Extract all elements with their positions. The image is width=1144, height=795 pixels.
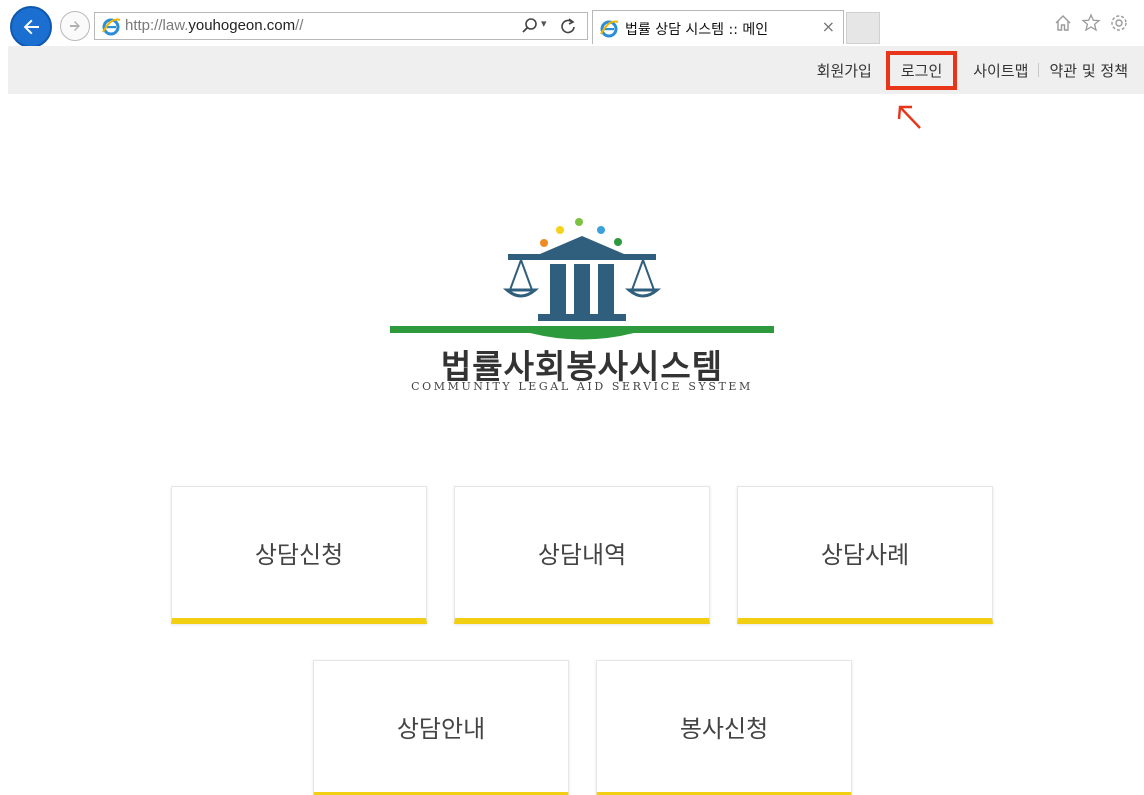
menu-card-volunteer[interactable]: 봉사신청 (596, 660, 852, 795)
site-logo[interactable]: 법률사회봉사시스템 COMMUNITY LEGAL AID SERVICE SY… (390, 214, 774, 404)
top-links: 회원가입 로그인 사이트맵 약관 및 정책 (807, 46, 1138, 94)
url-text: http://law.youhogeon.com// (125, 17, 304, 34)
new-tab-button[interactable] (846, 12, 880, 44)
menu-card-label: 상담내역 (537, 541, 627, 569)
menu-card-apply[interactable]: 상담신청 (171, 486, 427, 624)
back-button[interactable] (10, 6, 52, 48)
tab-close-icon[interactable]: × (822, 17, 835, 36)
login-link[interactable]: 로그인 (885, 50, 958, 90)
menu-card-cases[interactable]: 상담사례 (737, 486, 993, 624)
tab-main[interactable]: 법률 상담 시스템 :: 메인 × (592, 10, 844, 44)
signup-link[interactable]: 회원가입 (807, 60, 882, 81)
menu-card-history[interactable]: 상담내역 (454, 486, 710, 624)
refresh-icon[interactable] (559, 16, 577, 36)
forward-button[interactable] (60, 11, 90, 41)
logo-title-english: COMMUNITY LEGAL AID SERVICE SYSTEM (411, 380, 753, 393)
search-icon[interactable] (521, 17, 539, 35)
annotation-arrow-icon (897, 105, 921, 129)
tab-title: 법률 상담 시스템 :: 메인 (625, 22, 769, 38)
top-link-bar: 회원가입 로그인 사이트맵 약관 및 정책 (8, 46, 1144, 94)
home-icon[interactable] (1052, 12, 1074, 34)
browser-chrome: http://law.youhogeon.com// ▾ 법률 상담 시스템 :… (0, 0, 1144, 48)
ie-logo-icon (600, 20, 619, 38)
favorites-star-icon[interactable] (1080, 12, 1102, 34)
menu-card-guide[interactable]: 상담안내 (313, 660, 569, 795)
ie-logo-icon (102, 18, 121, 36)
settings-gear-icon[interactable] (1108, 12, 1130, 34)
menu-card-label: 봉사신청 (679, 715, 769, 743)
menu-card-label: 상담사례 (820, 541, 910, 569)
address-bar[interactable]: http://law.youhogeon.com// ▾ (94, 12, 588, 40)
courthouse-scale-icon (390, 218, 774, 340)
sitemap-link[interactable]: 사이트맵 (963, 60, 1038, 81)
menu-card-label: 상담신청 (254, 541, 344, 569)
forward-arrow-icon (70, 21, 80, 31)
back-arrow-icon (23, 19, 39, 35)
terms-link[interactable]: 약관 및 정책 (1039, 60, 1138, 81)
dropdown-icon[interactable]: ▾ (541, 17, 547, 30)
toolbar-icons (1052, 12, 1130, 34)
menu-card-label: 상담안내 (396, 715, 486, 743)
